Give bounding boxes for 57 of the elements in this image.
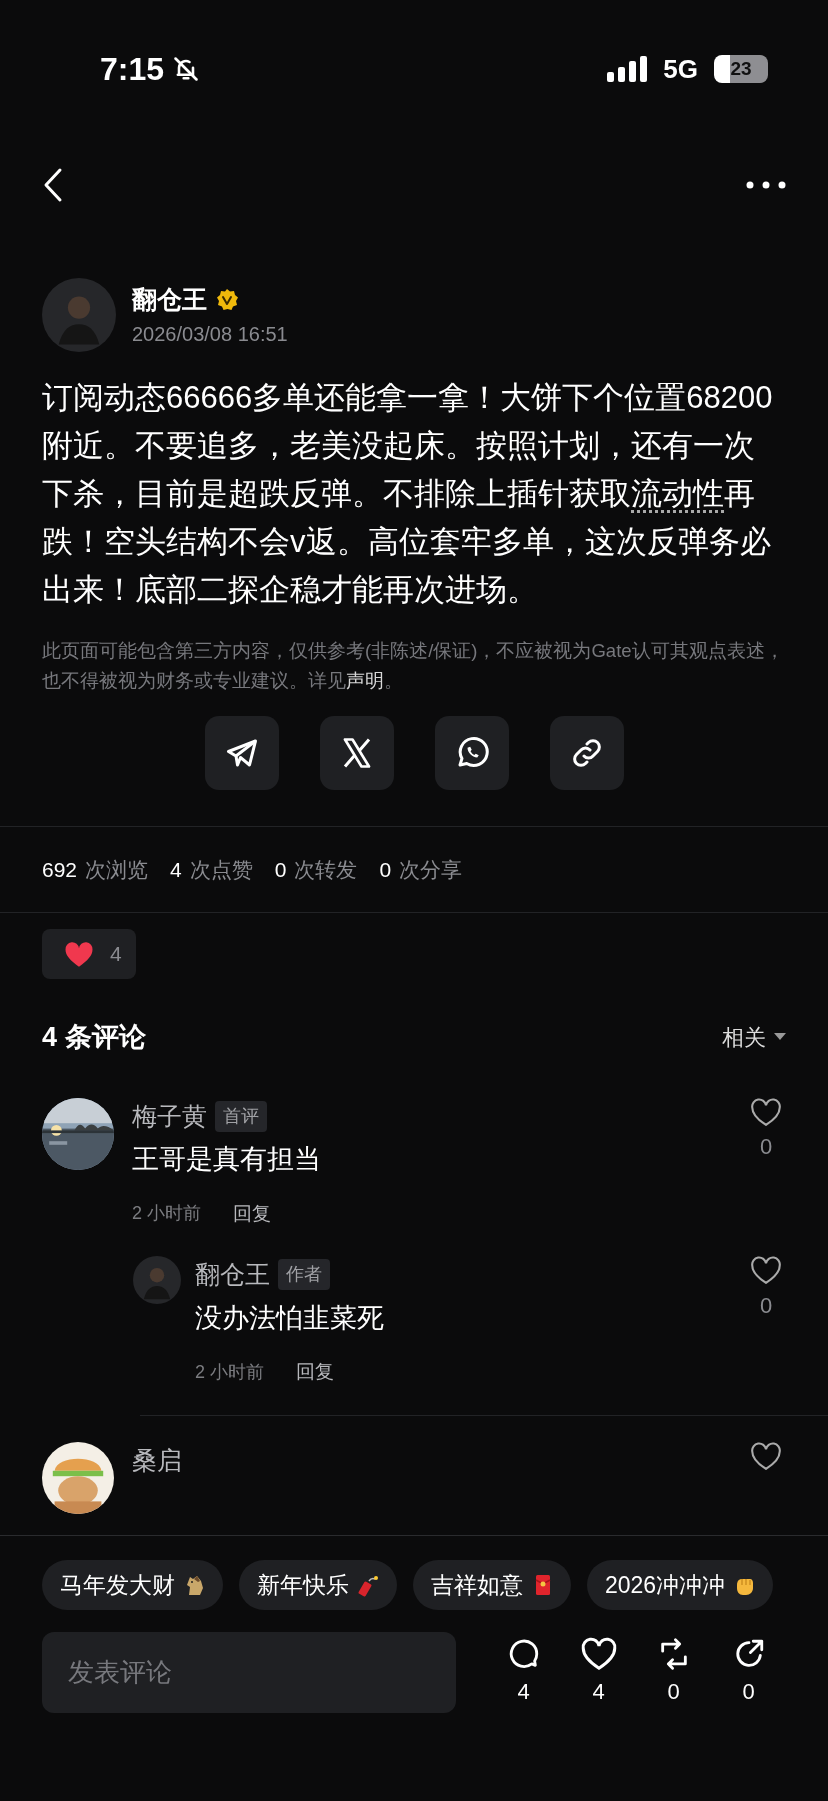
post-date: 2026/03/08 16:51 — [132, 321, 288, 347]
share-x-button[interactable] — [319, 716, 394, 790]
comment-input[interactable]: 发表评论 — [42, 1632, 456, 1713]
role-tag: 作者 — [278, 1259, 330, 1291]
like-button[interactable]: 4 — [568, 1637, 629, 1708]
comments-title: 4 条评论 — [42, 1021, 146, 1054]
commenter-name[interactable]: 梅子黄 — [132, 1097, 207, 1135]
quick-reply-chip[interactable]: 新年快乐 — [239, 1560, 397, 1610]
stat-label: 次浏览 — [85, 856, 149, 883]
reply-button[interactable]: 回复 — [296, 1358, 334, 1387]
network-label: 5G — [663, 52, 698, 86]
back-icon[interactable] — [42, 167, 64, 203]
disclaimer-text: 此页面可能包含第三方内容，仅供参考(非陈述/保证)，不应被视为Gate认可其观点表述，也不得被视为财务或专业建议。详见声明。 — [41, 639, 785, 693]
share-telegram-button[interactable] — [204, 716, 279, 790]
like-button[interactable]: 0 — [746, 1256, 786, 1387]
battery-indicator: 23 — [714, 55, 768, 83]
comment-time: 2 小时前 — [132, 1202, 201, 1226]
comment-text: 王哥是真有担当 — [132, 1143, 322, 1176]
stat-label: 次分享 — [399, 856, 463, 883]
comment-button[interactable]: 4 — [493, 1637, 554, 1708]
reaction-chip[interactable]: 4 — [42, 929, 136, 979]
stat-count: 0 — [274, 856, 287, 883]
comment-text: 没办法怕韭菜死 — [195, 1301, 385, 1335]
quick-reply-chip[interactable]: 吉祥如意 — [413, 1560, 571, 1610]
caret-icon — [774, 1033, 786, 1042]
heart-icon — [750, 1256, 782, 1285]
reply-button[interactable]: 回复 — [233, 1199, 271, 1228]
role-tag: 首评 — [215, 1100, 267, 1132]
quick-reply-chip[interactable]: 2026冲冲冲 — [587, 1560, 774, 1610]
share-chat-button[interactable] — [434, 716, 509, 790]
heart-icon — [750, 1097, 782, 1127]
heart-icon — [64, 940, 94, 968]
share-button[interactable]: 0 — [718, 1637, 779, 1708]
repost-button[interactable]: 0 — [643, 1637, 704, 1708]
commenter-name[interactable]: 桑启 — [132, 1441, 182, 1479]
copy-link-button[interactable] — [549, 716, 624, 790]
more-icon[interactable] — [746, 181, 786, 189]
stat-count: 692 — [42, 856, 78, 883]
quick-reply-chip[interactable]: 马年发大财 — [42, 1560, 223, 1610]
post-text: 订阅动态66666多单还能拿一拿！大饼下个位置68200附近。不要追多，老美没起床。按照计划，还有一次下杀，目前是超跌反弹。不排除上插针获取流动性再跌！空头结构不会v返。高位套牢多单，这次反弹务必出来！底部二探企稳才能再次进场。 — [41, 379, 774, 609]
commenter-name[interactable]: 翻仓王 — [195, 1256, 270, 1294]
like-button[interactable]: 0 — [746, 1097, 786, 1228]
comment-time: 2 小时前 — [195, 1360, 264, 1384]
clock-time: 7:15 — [100, 50, 165, 89]
stat-label: 次点赞 — [189, 856, 253, 883]
muted-bell-icon — [172, 55, 201, 83]
sort-dropdown[interactable]: 相关 — [722, 1020, 786, 1054]
stat-count: 4 — [170, 856, 182, 883]
stat-label: 次转发 — [294, 856, 358, 883]
author-name[interactable]: 翻仓王 — [132, 281, 207, 319]
signal-icon — [607, 56, 648, 82]
term-link[interactable]: 流动性 — [631, 476, 724, 511]
firecracker-icon — [357, 1573, 381, 1597]
disclaimer-link[interactable]: 声明 — [346, 670, 384, 691]
stat-count: 0 — [379, 856, 392, 883]
heart-icon — [580, 1637, 617, 1671]
heart-icon — [750, 1441, 782, 1471]
